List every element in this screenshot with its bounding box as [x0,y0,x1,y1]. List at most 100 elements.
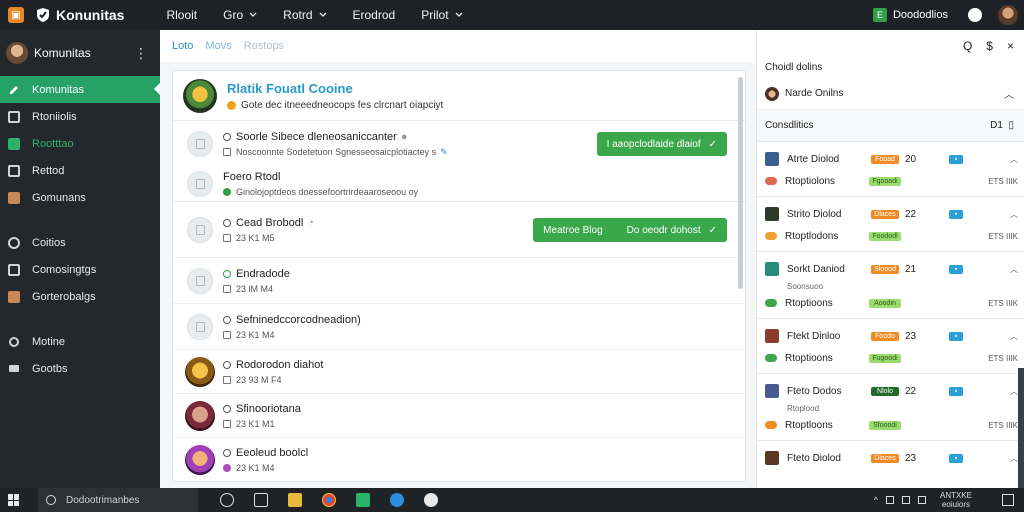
windows-start-icon[interactable] [8,494,20,506]
chevron-up-icon[interactable]: ^ [874,495,878,505]
row-meta-text: Ginolojoptdeos doessefoortrirdeaaroseoou… [236,187,419,197]
list-item[interactable]: Foero Rtodl Ginolojoptdeos doessefoortri… [173,167,745,201]
card-title[interactable]: Rlatik Fouatl Cooine [227,81,443,96]
badge-icon: ▪ [949,453,963,463]
detail-item[interactable]: Sorkt Daniod Sloood 21 ▪ ︿ Soonsuoo Rtoptioo… [757,252,1024,319]
chevron-up-icon[interactable]: ︿ [1010,453,1018,464]
button-label: I aaopclodlaide dlaiof [606,138,701,150]
community-avatar[interactable] [6,42,28,64]
avatar[interactable] [185,356,215,387]
brand[interactable]: Konunitas [36,7,124,23]
sidebar-item-3[interactable]: Rootttao [0,130,160,157]
group-header[interactable]: Consdlitics D1 ▯ [757,110,1024,142]
taskbar-search[interactable]: Dodootrimanbes [38,488,198,512]
profile-row[interactable]: Narde Onilns ︿ [757,78,1024,110]
nav-item-2[interactable]: Gro [223,8,257,22]
edge-icon[interactable] [390,493,404,507]
list-item[interactable]: Endradode 23 lM M4 [173,258,745,304]
approve-button[interactable]: I aaopclodlaide dlaiof ✓ [596,132,727,156]
sidebar-item-4[interactable]: Rettod [0,157,160,184]
edit-icon[interactable]: ✎ [440,147,448,158]
app-logo-icon[interactable]: ▣ [8,7,24,23]
blog-button[interactable]: Meatroe Blog Do oeodr dohost ✓ [533,218,727,242]
detail-item[interactable]: Ftekt Dinloo Foodo 23 ▪ ︿ Rtoptioons Fugoodi E… [757,319,1024,374]
group-count: D1 ▯ [990,120,1014,131]
cortana-icon[interactable] [220,493,234,507]
chevron-down-icon [455,12,463,17]
nav-item-3[interactable]: Rotrd [283,8,326,22]
sidebar-item-7[interactable]: Comosingtgs [0,256,160,283]
close-icon[interactable]: × [1007,39,1014,53]
sidebar-header: Komunitas ⋮ [0,30,160,76]
avatar[interactable] [998,5,1018,25]
sidebar-item-9[interactable]: Motine [0,328,160,355]
nav-item-4[interactable]: Erodrod [353,8,396,22]
group-avatar[interactable] [183,78,217,113]
top-user-name[interactable]: Doododlios [893,9,948,21]
chrome-icon[interactable] [322,493,336,507]
app-icon[interactable] [424,493,438,507]
nav-label: Rotrd [283,8,313,22]
detail-item[interactable]: Strito Diolod Dlaces 22 ▪ ︿ Rtoptlodons Foodo… [757,197,1024,252]
row-title-text: Rodorodon diahot [236,358,324,371]
detail-item[interactable]: Fteto Diolod Dlaces 23 ▪ ︿ [757,441,1024,473]
badge-icon: ▪ [949,331,963,341]
sidebar-item-2[interactable]: Rtoniiolis [0,103,160,130]
chevron-up-icon[interactable]: ︿ [1010,331,1018,342]
list-item[interactable]: Sefninedccorcodneadion) 23 K1 M4 [173,304,745,350]
row-meta: 23 K1 M1 [223,419,301,429]
tab-1[interactable]: Loto [172,40,193,52]
chevron-up-icon[interactable]: ︿ [1010,264,1018,275]
sidebar-item-8[interactable]: Gorterobalgs [0,283,160,310]
tab-2[interactable]: Movs [205,40,231,52]
search-icon[interactable]: Q [963,39,972,53]
tab-3[interactable]: Rostops [244,40,284,52]
status-icon [223,449,231,457]
nav-item-1[interactable]: Rlooit [166,8,197,22]
volume-icon[interactable] [901,496,910,504]
right-panel: Q $ × Choidl dolins Narde Onilns ︿ Consd… [756,30,1024,488]
status-icon [223,132,231,141]
status-icon [223,404,231,413]
sidebar-item-10[interactable]: Gootbs [0,355,160,382]
nav-item-5[interactable]: Prilot [421,8,463,22]
item-sub: Rtoptioons [785,297,833,309]
chevron-up-icon[interactable]: ︿ [1010,386,1018,397]
scrollbar[interactable] [738,77,743,289]
battery-icon[interactable] [917,496,926,504]
item-tag: Foodo [871,331,899,341]
scrollbar[interactable] [1018,368,1024,488]
notification-icon[interactable] [1002,494,1014,506]
clock[interactable]: ANTXKE eoiuiors [940,491,972,509]
detail-item[interactable]: Fteto Dodos Nlolo 22 ▪ ︿ Rtoplood Rtoptloons… [757,374,1024,441]
badge-icon: ▪ [949,209,963,219]
list-item[interactable]: Rodorodon diahot 23 93 M F4 [173,350,745,394]
chevron-up-icon[interactable]: ︿ [1010,154,1018,165]
chevron-up-icon[interactable]: ︿ [1010,209,1018,220]
main-tabs: Loto Movs Rostops [160,30,756,62]
list-item[interactable]: Sfinooriotana 23 K1 M1 [173,394,745,438]
more-icon[interactable]: ⋮ [134,45,148,62]
list-item[interactable]: Eeoleud boolcl 23 K1 M4 [173,438,745,481]
list-item[interactable]: Cead Brobodl ◔ 23 K1 M5 Meatroe Blog Do oe… [173,202,745,258]
person-icon [8,290,20,303]
list-item[interactable]: Soorle Sibece dleneosaniccanter ● Noscoon… [173,121,745,167]
currency-icon[interactable]: $ [986,39,993,53]
profile-name: Narde Onilns [785,88,844,99]
sidebar-item-komunitas[interactable]: Komunitas [0,76,161,103]
sidebar-item-label: Comosingtgs [32,263,97,276]
meta-icon [223,330,231,339]
avatar[interactable] [185,400,215,431]
app-icon[interactable] [356,493,370,507]
detail-item[interactable]: Atrte Diolod Fooad 20 ▪ ︿ Rtoptiolons Fgooadi… [757,142,1024,197]
section-title: Choidl dolins [765,62,823,73]
task-view-icon[interactable] [254,493,268,507]
sidebar-item-6[interactable]: Coitios [0,229,160,256]
avatar[interactable] [185,445,215,475]
chevron-up-icon[interactable]: ︿ [1004,86,1014,101]
network-icon[interactable] [885,496,894,504]
top-nav: Rlooit Gro Rotrd Erodrod Prilot [166,8,488,22]
folder-icon[interactable] [288,493,302,507]
notification-icon[interactable] [968,8,982,22]
sidebar-item-5[interactable]: Gomunans [0,184,160,211]
